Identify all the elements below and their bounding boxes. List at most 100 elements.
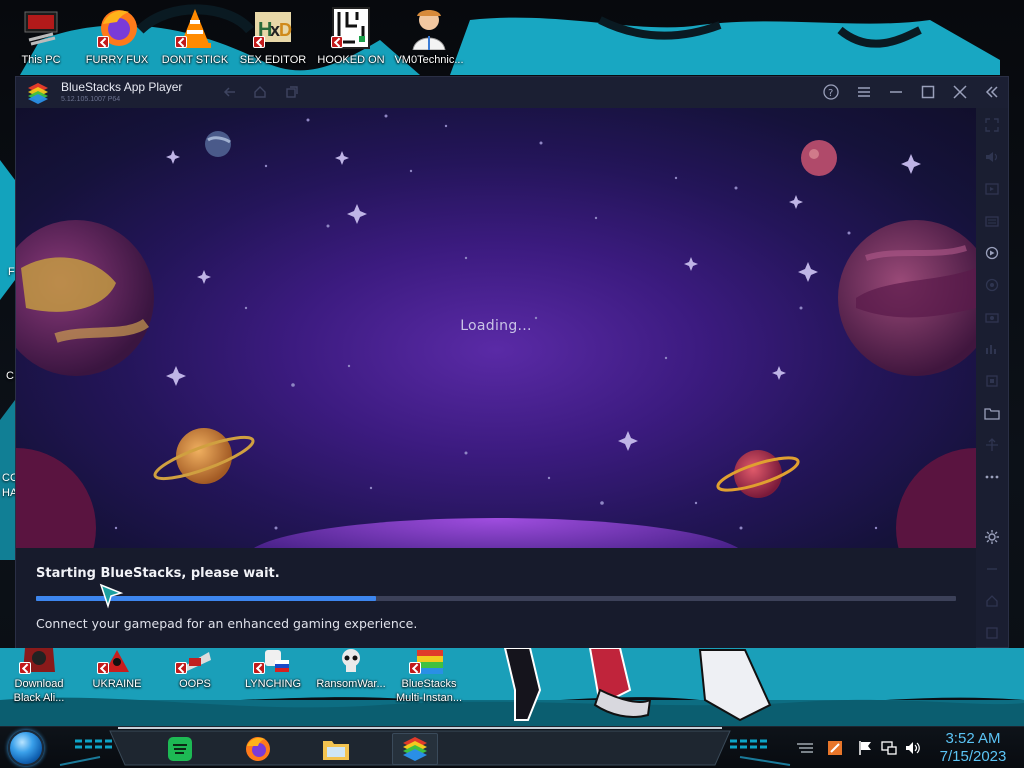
maze-icon: [329, 6, 373, 50]
volume-button[interactable]: [983, 148, 1001, 166]
screenshot-button[interactable]: [983, 372, 1001, 390]
clipped-desktop-label: C: [6, 370, 14, 382]
emulator-screen[interactable]: Loading...: [16, 108, 976, 548]
svg-text:D: D: [279, 20, 292, 40]
fullscreen-button[interactable]: [983, 116, 1001, 134]
shortcut-arrow-icon: [97, 36, 109, 48]
media-button[interactable]: [983, 180, 1001, 198]
taskbar-app-spotify[interactable]: [162, 733, 198, 765]
clock-time: 3:52 AM: [945, 730, 1001, 747]
desktop-icon-sex-editor[interactable]: HxD SEX EDITOR: [234, 6, 312, 67]
desktop-icon-label: Multi-Instan...: [395, 692, 463, 704]
shortcut-arrow-icon: [175, 36, 187, 48]
collapse-sidebar-button[interactable]: [983, 83, 1001, 101]
close-button[interactable]: [951, 83, 969, 101]
keyboard-icon: [985, 216, 999, 227]
android-recents-button[interactable]: [983, 624, 1001, 642]
window-title: BlueStacks App Player: [61, 80, 183, 94]
firefox-icon: [246, 737, 270, 761]
shortcut-arrow-icon: [19, 662, 31, 674]
rotate-button[interactable]: [983, 244, 1001, 262]
desktop-icon-ukraine[interactable]: UKRAINE: [78, 648, 156, 691]
tray-network-button[interactable]: [881, 740, 897, 756]
bluestacks-icon: [403, 737, 427, 761]
taskbar-app-file-explorer[interactable]: [318, 733, 354, 765]
rotate-icon: [985, 246, 999, 260]
desktop-icon-hooked-on[interactable]: HOOKED ON: [312, 6, 390, 67]
desktop-icon-this-pc[interactable]: This PC: [2, 6, 80, 67]
desktop-icon-oops[interactable]: OOPS: [156, 648, 234, 691]
taskbar-app-firefox[interactable]: [240, 733, 276, 765]
settings-icon: [985, 530, 999, 544]
tray-tool-button[interactable]: [827, 740, 843, 756]
desktop-icon-furry-fux[interactable]: FURRY FUX: [78, 6, 156, 67]
bluestacks-logo-icon: [26, 82, 50, 104]
tray-action-center-button[interactable]: [857, 740, 873, 756]
maximize-button[interactable]: [919, 83, 937, 101]
folder-icon: [984, 408, 1000, 420]
camera-button[interactable]: [983, 308, 1001, 326]
minimize-button[interactable]: [887, 83, 905, 101]
desktop-icon-label: UKRAINE: [92, 678, 142, 690]
file-explorer-icon: [323, 741, 349, 760]
stats-icon: [986, 345, 996, 354]
collapse-sidebar-icon: [985, 86, 998, 98]
record-button[interactable]: [983, 276, 1001, 294]
keyboard-button[interactable]: [983, 212, 1001, 230]
home-icon: [986, 595, 998, 607]
desktop-icon-label: RansomWar...: [316, 678, 386, 690]
skull-icon: [329, 648, 373, 674]
help-button[interactable]: ?: [822, 83, 840, 101]
android-home-button[interactable]: [983, 592, 1001, 610]
volume-icon: [986, 152, 998, 162]
multitask-button[interactable]: [283, 83, 301, 101]
desktop-icon-bluestacks-multi-instance[interactable]: BlueStacks Multi-Instan...: [390, 648, 468, 705]
camera-icon: [985, 313, 999, 323]
taskbar: 3:52 AM 7/15/2023: [0, 726, 1024, 768]
tool-icon: [828, 741, 842, 755]
app-icon: [251, 648, 295, 674]
start-button[interactable]: [8, 730, 44, 766]
more-button[interactable]: [983, 468, 1001, 486]
more-icon: [985, 475, 999, 479]
shortcut-arrow-icon: [97, 662, 109, 674]
vlc-icon: [173, 6, 217, 50]
screenshot-icon: [986, 375, 998, 387]
app-version: 5.12.105.1007 P64: [61, 96, 121, 103]
window-titlebar[interactable]: BlueStacks App Player 5.12.105.1007 P64 …: [16, 77, 1008, 108]
help-icon: ?: [823, 84, 839, 100]
stats-button[interactable]: [983, 340, 1001, 358]
settings-button[interactable]: [983, 528, 1001, 546]
system-clock[interactable]: 3:52 AM 7/15/2023: [928, 730, 1018, 766]
android-back-button[interactable]: [983, 560, 1001, 578]
boot-progress-fill: [36, 596, 377, 601]
tray-overflow-button[interactable]: [795, 740, 813, 756]
back-button[interactable]: [221, 83, 239, 101]
app-icon: [95, 648, 139, 674]
folder-button[interactable]: [983, 404, 1001, 422]
desktop-icon-lynching[interactable]: LYNCHING: [234, 648, 312, 691]
multitask-icon: [286, 86, 298, 98]
media-icon: [985, 183, 999, 195]
shake-button[interactable]: [983, 436, 1001, 454]
taskbar-app-bluestacks[interactable]: [392, 733, 438, 765]
desktop-icon-vm0technic[interactable]: VM0Technic...: [390, 6, 468, 67]
firefox-icon: [95, 6, 139, 50]
home-button[interactable]: [251, 83, 269, 101]
maximize-icon: [921, 85, 935, 99]
shortcut-arrow-icon: [175, 662, 187, 674]
spotify-icon: [168, 737, 192, 761]
desktop-icon-label: Black Ali...: [13, 692, 65, 704]
fullscreen-icon: [985, 118, 999, 132]
app-icon: [17, 648, 61, 674]
svg-text:?: ?: [828, 88, 833, 99]
back-icon: [223, 87, 235, 97]
clipped-desktop-label: F: [8, 266, 15, 278]
hxd-icon: HxD: [251, 6, 295, 50]
desktop-icon-ransomware[interactable]: RansomWar...: [312, 648, 390, 691]
tray-volume-button[interactable]: [905, 740, 921, 756]
desktop-icon-label: This PC: [21, 54, 61, 66]
menu-button[interactable]: [855, 83, 873, 101]
desktop-icon-download-black-ali[interactable]: Download Black Ali...: [0, 648, 78, 705]
desktop-icon-dont-stick[interactable]: DONT STICK: [156, 6, 234, 67]
